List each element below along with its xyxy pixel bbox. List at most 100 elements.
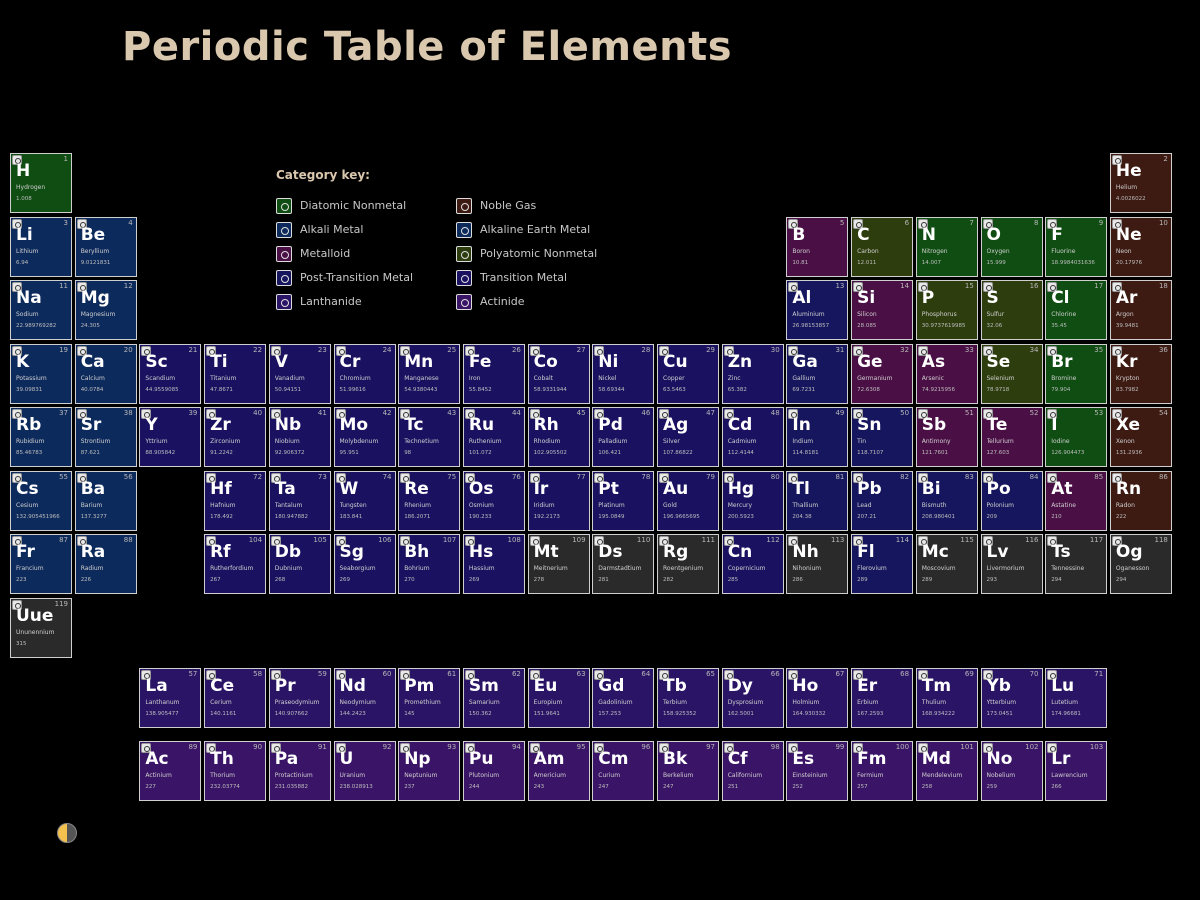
element-dy[interactable]: 66 Dy Dysprosium 162.5001 — [721, 668, 784, 728]
element-bk[interactable]: 97 Bk Berkelium 247 — [657, 741, 719, 801]
element-as[interactable]: 33 As Arsenic 74.9215956 — [915, 343, 978, 404]
element-al[interactable]: 13 Al Aluminium 26.98153857 — [786, 280, 849, 340]
element-po[interactable]: 84 Po Polonium 209 — [980, 470, 1043, 531]
element-rf[interactable]: 104 Rf Rutherfordium 267 — [204, 534, 267, 594]
element-ru[interactable]: 44 Ru Ruthenium 101.072 — [462, 407, 525, 467]
element-li[interactable]: 3 Li Lithium 6.94 — [10, 216, 72, 277]
element-ra[interactable]: 88 Ra Radium 226 — [74, 534, 137, 594]
element-si[interactable]: 14 Si Silicon 28.085 — [851, 280, 914, 340]
element-sb[interactable]: 51 Sb Antimony 121.7601 — [915, 407, 978, 467]
element-rn[interactable]: 86 Rn Radon 222 — [1109, 470, 1172, 531]
element-ni[interactable]: 28 Ni Nickel 58.69344 — [592, 343, 655, 404]
element-au[interactable]: 79 Au Gold 196.9665695 — [657, 470, 719, 531]
element-ge[interactable]: 32 Ge Germanium 72.6308 — [851, 343, 914, 404]
element-cs[interactable]: 55 Cs Cesium 132.905451966 — [10, 470, 72, 531]
element-sn[interactable]: 50 Sn Tin 118.7107 — [851, 407, 914, 467]
element-pu[interactable]: 94 Pu Plutonium 244 — [462, 741, 525, 801]
element-re[interactable]: 75 Re Rhenium 186.2071 — [398, 470, 461, 531]
element-ts[interactable]: 117 Ts Tennessine 294 — [1045, 534, 1108, 594]
element-lr[interactable]: 103 Lr Lawrencium 266 — [1045, 741, 1108, 801]
element-cr[interactable]: 24 Cr Chromium 51.99616 — [333, 343, 396, 404]
element-bi[interactable]: 83 Bi Bismuth 208.980401 — [915, 470, 978, 531]
element-pt[interactable]: 78 Pt Platinum 195.0849 — [592, 470, 655, 531]
element-tb[interactable]: 65 Tb Terbium 158.925352 — [657, 668, 719, 728]
element-lu[interactable]: 71 Lu Lutetium 174.96681 — [1045, 668, 1108, 728]
theme-toggle-icon[interactable] — [57, 823, 77, 843]
element-db[interactable]: 105 Db Dubnium 268 — [268, 534, 331, 594]
element-tc[interactable]: 43 Tc Technetium 98 — [398, 407, 461, 467]
element-rb[interactable]: 37 Rb Rubidium 85.46783 — [10, 407, 72, 467]
element-sm[interactable]: 62 Sm Samarium 150.362 — [462, 668, 525, 728]
element-nd[interactable]: 60 Nd Neodymium 144.2423 — [333, 668, 396, 728]
element-pb[interactable]: 82 Pb Lead 207.21 — [851, 470, 914, 531]
element-pm[interactable]: 61 Pm Promethium 145 — [398, 668, 461, 728]
element-co[interactable]: 27 Co Cobalt 58.9331944 — [527, 343, 590, 404]
element-gd[interactable]: 64 Gd Gadolinium 157.253 — [592, 668, 655, 728]
element-fe[interactable]: 26 Fe Iron 55.8452 — [462, 343, 525, 404]
element-h[interactable]: 1 H Hydrogen 1.008 — [10, 153, 72, 213]
element-th[interactable]: 90 Th Thorium 232.03774 — [204, 741, 267, 801]
element-hf[interactable]: 72 Hf Hafnium 178.492 — [204, 470, 267, 531]
element-uue[interactable]: 119 Uue Ununennium 315 — [10, 597, 72, 658]
element-la[interactable]: 57 La Lanthanum 138.905477 — [139, 668, 202, 728]
element-s[interactable]: 16 S Sulfur 32.06 — [980, 280, 1043, 340]
element-c[interactable]: 6 C Carbon 12.011 — [851, 216, 914, 277]
element-pr[interactable]: 59 Pr Praseodymium 140.907662 — [268, 668, 331, 728]
element-yb[interactable]: 70 Yb Ytterbium 173.0451 — [980, 668, 1043, 728]
element-ds[interactable]: 110 Ds Darmstadtium 281 — [592, 534, 655, 594]
element-mg[interactable]: 12 Mg Magnesium 24.305 — [74, 280, 137, 340]
element-hg[interactable]: 80 Hg Mercury 200.5923 — [721, 470, 784, 531]
element-mt[interactable]: 109 Mt Meitnerium 278 — [527, 534, 590, 594]
element-ti[interactable]: 22 Ti Titanium 47.8671 — [204, 343, 267, 404]
element-np[interactable]: 93 Np Neptunium 237 — [398, 741, 461, 801]
element-o[interactable]: 8 O Oxygen 15.999 — [980, 216, 1043, 277]
element-v[interactable]: 23 V Vanadium 50.94151 — [268, 343, 331, 404]
element-ir[interactable]: 77 Ir Iridium 192.2173 — [527, 470, 590, 531]
element-u[interactable]: 92 U Uranium 238.028913 — [333, 741, 396, 801]
element-mn[interactable]: 25 Mn Manganese 54.9380443 — [398, 343, 461, 404]
element-y[interactable]: 39 Y Yttrium 88.905842 — [139, 407, 202, 467]
element-zr[interactable]: 40 Zr Zirconium 91.2242 — [204, 407, 267, 467]
element-og[interactable]: 118 Og Oganesson 294 — [1109, 534, 1172, 594]
element-cl[interactable]: 17 Cl Chlorine 35.45 — [1045, 280, 1108, 340]
element-rg[interactable]: 111 Rg Roentgenium 282 — [657, 534, 719, 594]
element-am[interactable]: 95 Am Americium 243 — [527, 741, 590, 801]
element-zn[interactable]: 30 Zn Zinc 65.382 — [721, 343, 784, 404]
element-eu[interactable]: 63 Eu Europium 151.9641 — [527, 668, 590, 728]
element-be[interactable]: 4 Be Beryllium 9.0121831 — [74, 216, 137, 277]
element-in[interactable]: 49 In Indium 114.8181 — [786, 407, 849, 467]
element-ga[interactable]: 31 Ga Gallium 69.7231 — [786, 343, 849, 404]
element-md[interactable]: 101 Md Mendelevium 258 — [915, 741, 978, 801]
element-rh[interactable]: 45 Rh Rhodium 102.905502 — [527, 407, 590, 467]
element-cn[interactable]: 112 Cn Copernicium 285 — [721, 534, 784, 594]
element-os[interactable]: 76 Os Osmium 190.233 — [462, 470, 525, 531]
element-es[interactable]: 99 Es Einsteinium 252 — [786, 741, 849, 801]
element-br[interactable]: 35 Br Bromine 79.904 — [1045, 343, 1108, 404]
element-pd[interactable]: 46 Pd Palladium 106.421 — [592, 407, 655, 467]
element-w[interactable]: 74 W Tungsten 183.841 — [333, 470, 396, 531]
element-ne[interactable]: 10 Ne Neon 20.17976 — [1109, 216, 1172, 277]
element-k[interactable]: 19 K Potassium 39.09831 — [10, 343, 72, 404]
element-cd[interactable]: 48 Cd Cadmium 112.4144 — [721, 407, 784, 467]
element-cm[interactable]: 96 Cm Curium 247 — [592, 741, 655, 801]
element-ho[interactable]: 67 Ho Holmium 164.930332 — [786, 668, 849, 728]
element-at[interactable]: 85 At Astatine 210 — [1045, 470, 1108, 531]
element-p[interactable]: 15 P Phosphorus 30.9737619985 — [915, 280, 978, 340]
element-mc[interactable]: 115 Mc Moscovium 289 — [915, 534, 978, 594]
element-er[interactable]: 68 Er Erbium 167.2593 — [851, 668, 914, 728]
element-se[interactable]: 34 Se Selenium 78.9718 — [980, 343, 1043, 404]
element-sg[interactable]: 106 Sg Seaborgium 269 — [333, 534, 396, 594]
element-nh[interactable]: 113 Nh Nihonium 286 — [786, 534, 849, 594]
element-ba[interactable]: 56 Ba Barium 137.3277 — [74, 470, 137, 531]
element-fr[interactable]: 87 Fr Francium 223 — [10, 534, 72, 594]
element-n[interactable]: 7 N Nitrogen 14.007 — [915, 216, 978, 277]
element-tl[interactable]: 81 Tl Thallium 204.38 — [786, 470, 849, 531]
element-no[interactable]: 102 No Nobelium 259 — [980, 741, 1043, 801]
element-nb[interactable]: 41 Nb Niobium 92.906372 — [268, 407, 331, 467]
element-ar[interactable]: 18 Ar Argon 39.9481 — [1109, 280, 1172, 340]
element-sr[interactable]: 38 Sr Strontium 87.621 — [74, 407, 137, 467]
element-ta[interactable]: 73 Ta Tantalum 180.947882 — [268, 470, 331, 531]
element-ca[interactable]: 20 Ca Calcium 40.0784 — [74, 343, 137, 404]
element-ac[interactable]: 89 Ac Actinium 227 — [139, 741, 202, 801]
element-te[interactable]: 52 Te Tellurium 127.603 — [980, 407, 1043, 467]
